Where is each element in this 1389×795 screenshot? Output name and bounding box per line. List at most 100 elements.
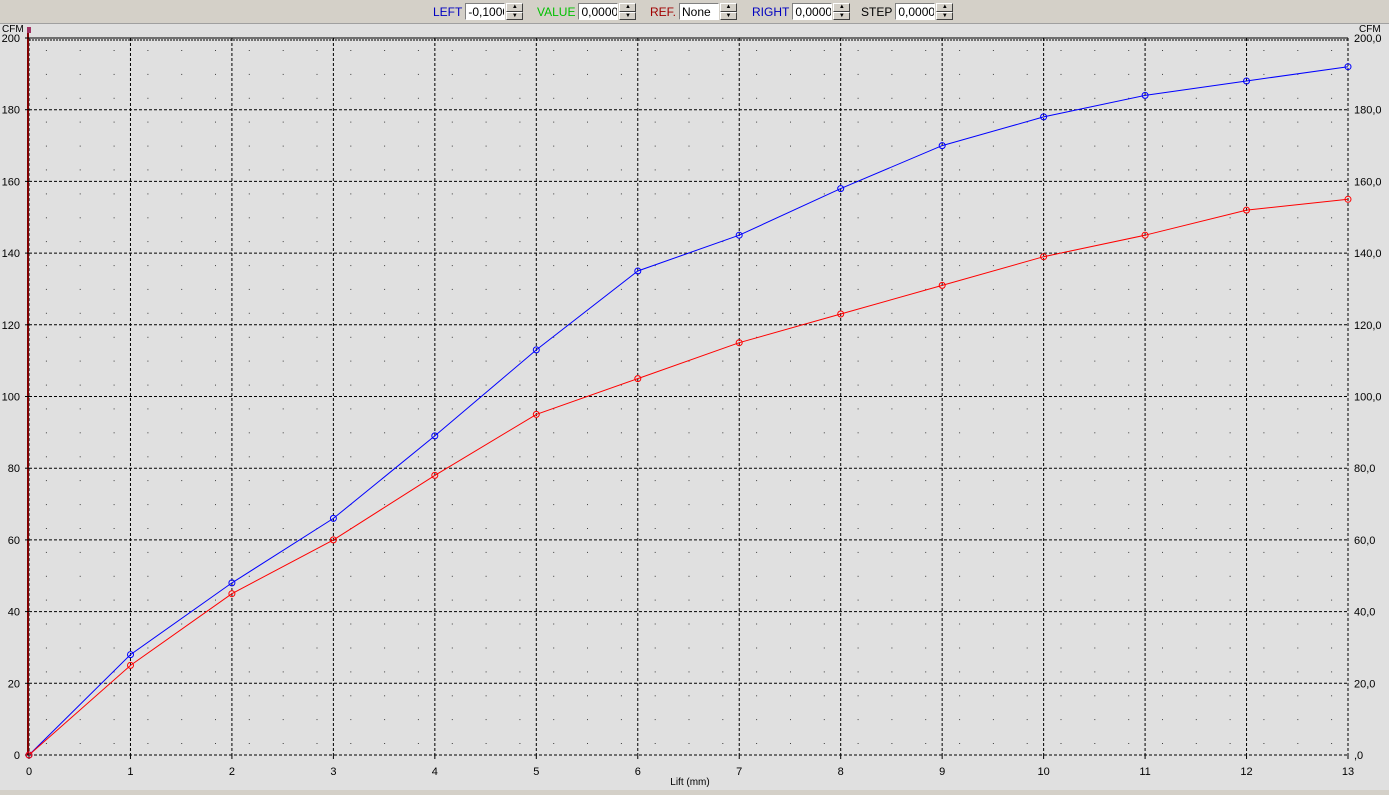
grid-dot	[215, 265, 216, 267]
grid-dot	[316, 217, 318, 219]
grid-dot	[620, 408, 622, 410]
step-spinner[interactable]: ▲ ▼	[936, 3, 954, 20]
grid-dot	[384, 145, 386, 147]
value-spinner[interactable]: ▲ ▼	[619, 3, 637, 20]
grid-dot	[417, 408, 419, 410]
grid-dot	[959, 504, 961, 506]
grid-dot	[1331, 217, 1333, 219]
grid-dot	[1026, 312, 1028, 314]
left-input[interactable]: -0,1000	[465, 3, 506, 20]
grid-dot	[147, 743, 149, 744]
grid-dot	[925, 504, 927, 506]
grid-dot	[1297, 312, 1299, 314]
grid-dot	[215, 193, 216, 195]
grid-dot	[722, 217, 724, 219]
value-input[interactable]: 0,0000	[578, 3, 619, 20]
grid-dot	[1195, 647, 1197, 649]
grid-dot	[925, 528, 927, 529]
grid-dot	[519, 528, 521, 529]
grid-dot	[1162, 145, 1163, 147]
right-input[interactable]: 0,0000	[792, 3, 833, 20]
grid-dot	[620, 312, 622, 314]
left-spinner[interactable]: ▲ ▼	[506, 3, 524, 20]
grid-dot	[45, 312, 47, 314]
grid-dot	[959, 599, 961, 601]
grid-dot	[790, 743, 791, 744]
grid-dot	[1060, 432, 1062, 434]
grid-dot	[891, 599, 893, 601]
spin-down-icon[interactable]: ▼	[833, 11, 851, 20]
left-control: LEFT -0,1000 ▲ ▼	[433, 2, 524, 21]
grid-dot	[248, 360, 250, 362]
grid-dot	[553, 145, 555, 147]
grid-dot	[959, 647, 961, 649]
spin-up-icon[interactable]: ▲	[720, 3, 738, 12]
grid-dot	[45, 647, 47, 649]
grid-dot	[316, 599, 318, 601]
grid-dot	[959, 169, 961, 171]
left-label: LEFT	[433, 4, 463, 19]
grid-dot	[620, 288, 622, 290]
grid-dot	[654, 719, 656, 721]
grid-dot	[992, 288, 994, 290]
grid-dot	[992, 145, 994, 147]
grid-dot	[1229, 647, 1231, 649]
flow-chart[interactable]: 020406080100120140160180200,020,040,060,…	[0, 24, 1389, 790]
grid-dot	[1060, 623, 1062, 625]
grid-dot	[1094, 384, 1096, 386]
grid-dot	[1026, 384, 1028, 386]
grid-dot	[417, 575, 419, 577]
grid-dot	[553, 599, 555, 601]
spin-down-icon[interactable]: ▼	[506, 11, 524, 20]
grid-dot	[316, 432, 318, 434]
grid-dot	[587, 671, 588, 673]
spin-down-icon[interactable]: ▼	[619, 11, 637, 20]
grid-dot	[485, 169, 487, 171]
grid-dot	[857, 647, 859, 649]
grid-dot	[790, 480, 791, 482]
grid-dot	[1195, 623, 1197, 625]
grid-dot	[248, 432, 250, 434]
grid-dot	[891, 73, 893, 75]
grid-dot	[1162, 504, 1163, 506]
spin-down-icon[interactable]: ▼	[936, 11, 954, 20]
spin-up-icon[interactable]: ▲	[833, 3, 851, 12]
grid-dot	[79, 97, 81, 99]
grid-dot	[45, 241, 47, 243]
ref-input[interactable]: None	[679, 3, 720, 20]
spin-up-icon[interactable]: ▲	[936, 3, 954, 12]
grid-dot	[992, 599, 994, 601]
spin-up-icon[interactable]: ▲	[506, 3, 524, 12]
grid-dot	[1162, 671, 1163, 673]
grid-dot	[823, 384, 825, 386]
grid-dot	[1331, 480, 1333, 482]
grid-dot	[891, 193, 893, 195]
grid-dot	[384, 288, 386, 290]
ref-spinner[interactable]: ▲ ▼	[720, 3, 738, 20]
grid-dot	[1094, 336, 1096, 338]
x-tick-label: 11	[1139, 766, 1150, 778]
grid-dot	[857, 169, 859, 171]
spin-down-icon[interactable]: ▼	[720, 11, 738, 20]
grid-dot	[553, 480, 555, 482]
right-spinner[interactable]: ▲ ▼	[833, 3, 851, 20]
grid-dot	[215, 623, 216, 625]
grid-dot	[79, 504, 81, 506]
grid-dot	[1026, 50, 1028, 51]
grid-dot	[316, 169, 318, 171]
grid-dot	[1263, 408, 1265, 410]
step-input[interactable]: 0,0000	[895, 3, 936, 20]
spin-up-icon[interactable]: ▲	[619, 3, 637, 12]
grid-dot	[113, 217, 115, 219]
grid-dot	[857, 241, 859, 243]
grid-dot	[1263, 193, 1265, 195]
grid-dot	[553, 50, 555, 51]
grid-dot	[113, 504, 115, 506]
grid-dot	[891, 575, 893, 577]
grid-dot	[891, 695, 893, 697]
grid-dot	[79, 193, 81, 195]
grid-dot	[282, 265, 284, 267]
grid-dot	[1263, 312, 1265, 314]
grid-dot	[1094, 121, 1096, 123]
chart-area[interactable]: 0 20 40 60 80 100 120 140 160 180 200,0 20,0 40,0 60,…	[0, 24, 1389, 790]
